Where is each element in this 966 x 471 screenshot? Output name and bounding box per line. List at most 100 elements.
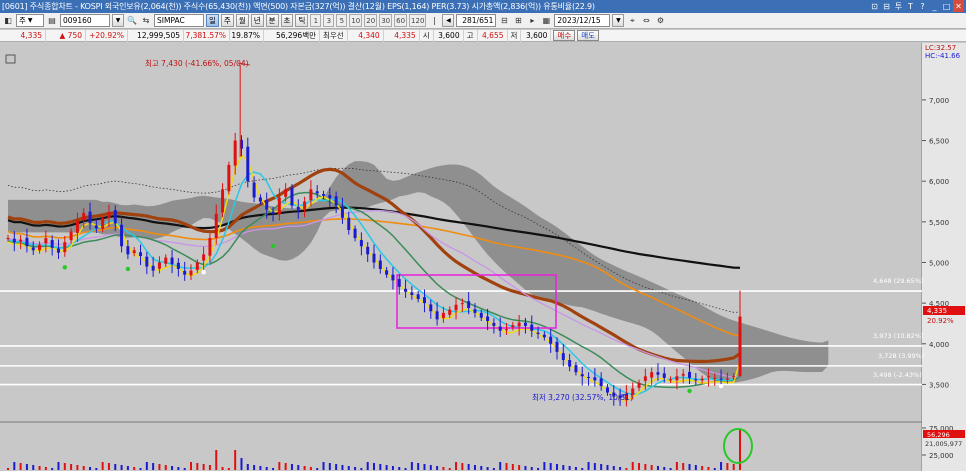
candle-body <box>139 252 143 256</box>
zoom-in-icon[interactable]: ⊞ <box>512 14 524 27</box>
buy-button[interactable]: 매수 <box>553 30 576 41</box>
volume-bar <box>549 463 552 470</box>
help-icon[interactable]: ? <box>917 0 928 12</box>
minute-button-120[interactable]: 120 <box>409 14 427 27</box>
date-input[interactable]: 2023/12/15 <box>554 14 611 27</box>
chevron-left-icon: ◀ <box>446 17 451 24</box>
period-button-tick[interactable]: 틱 <box>295 14 309 27</box>
candle-body <box>132 250 136 254</box>
candle-body <box>284 189 288 197</box>
sell-button[interactable]: 매도 <box>577 30 600 41</box>
candle-body <box>296 206 300 210</box>
chart-menu-icon[interactable]: ◧ <box>2 14 14 27</box>
volume-bar <box>505 463 508 470</box>
volume-tick-label: 25,000 <box>929 452 954 460</box>
candle-body <box>113 210 117 224</box>
document-icon[interactable]: ▤ <box>46 14 58 27</box>
period-button-second[interactable]: 초 <box>280 14 294 27</box>
period-button-year[interactable]: 년 <box>250 14 264 27</box>
candle-body <box>738 316 742 377</box>
candle-body <box>467 301 471 309</box>
volume-bar <box>625 468 628 470</box>
turnover: 19.87% <box>230 29 264 42</box>
candle-body <box>372 253 376 263</box>
signal-dot <box>718 383 724 389</box>
font-icon[interactable]: T <box>905 0 916 12</box>
volume-bar <box>417 463 420 470</box>
tile-icon[interactable]: ⊟ <box>881 0 892 12</box>
period-button-week[interactable]: 주 <box>220 14 234 27</box>
volume-bar <box>593 463 596 470</box>
code-dropdown-button[interactable]: ▼ <box>112 14 124 27</box>
window-title: [0601] 주식종합차트 - KOSPI 외국인보유(2,064(천)) 주식… <box>2 2 595 11</box>
volume-bar <box>423 464 426 470</box>
minute-button-60[interactable]: 60 <box>394 14 408 27</box>
volume-bar <box>139 468 142 470</box>
zoom-out-icon[interactable]: ⊟ <box>498 14 510 27</box>
best-ask: 4,340 <box>348 29 384 42</box>
candle-body <box>164 257 168 264</box>
calendar-icon[interactable]: ▦ <box>540 14 552 27</box>
close-icon[interactable]: ✕ <box>953 0 964 12</box>
crosshair-icon[interactable]: ⌖ <box>626 14 638 27</box>
period-button-month[interactable]: 월 <box>235 14 249 27</box>
candle-body <box>252 182 256 198</box>
price-chart[interactable]: 7,0006,5006,0005,5005,0004,5004,0003,500… <box>0 43 966 471</box>
stock-code-input[interactable]: 009160 <box>60 14 110 27</box>
signal-dot <box>125 266 131 272</box>
volume-bar <box>467 464 470 470</box>
volume-bar <box>612 466 615 470</box>
volume-bar <box>492 468 495 470</box>
volume-bar <box>309 467 312 470</box>
volume-bar <box>461 463 464 470</box>
minute-button-10[interactable]: 10 <box>349 14 363 27</box>
minute-button-5[interactable]: 5 <box>336 14 348 27</box>
minimize-icon[interactable]: _ <box>929 0 940 12</box>
restore-icon[interactable]: ⊡ <box>869 0 880 12</box>
search-icon[interactable]: 🔍 <box>126 14 138 27</box>
candle-body <box>145 256 149 267</box>
candle-body <box>189 270 193 276</box>
candle-body <box>479 312 483 318</box>
date-value: 2023/12/15 <box>557 16 601 25</box>
title-bar: [0601] 주식종합차트 - KOSPI 외국인보유(2,064(천)) 주식… <box>0 0 966 13</box>
scroll-left-button[interactable]: ◀ <box>442 14 455 27</box>
minute-button-1[interactable]: 1 <box>310 14 322 27</box>
volume-bar <box>347 466 350 470</box>
page-counter: 281/651 <box>456 14 497 27</box>
minute-button-3[interactable]: 3 <box>323 14 335 27</box>
volume-bar <box>158 464 161 470</box>
candle-body <box>309 189 313 201</box>
high-price: 4,655 <box>478 29 508 42</box>
scroll-icon[interactable]: ⇔ <box>640 14 652 27</box>
volume-bar <box>354 467 357 470</box>
play-icon[interactable]: ▸ <box>526 14 538 27</box>
invest-icon[interactable]: 투 <box>893 0 904 12</box>
volume-bar <box>196 463 199 470</box>
y-tick-label: 6,000 <box>929 178 949 186</box>
chart-area[interactable]: 7,000 6,500 6,000 5,500 5,000 4,500 4,000 3,500… <box>0 43 966 471</box>
volume-bar <box>556 464 558 470</box>
volume-bar <box>410 462 413 470</box>
y-tick-label: 4,000 <box>929 341 949 349</box>
period-select[interactable]: 주 ▼ <box>16 14 44 27</box>
candle-body <box>328 195 332 199</box>
minute-button-20[interactable]: 20 <box>364 14 378 27</box>
signal-dot <box>687 388 692 394</box>
settings-icon[interactable]: ⚙ <box>654 14 666 27</box>
candle-body <box>473 309 477 313</box>
low-price: 3,600 <box>521 29 552 42</box>
period-button-day[interactable]: 일 <box>206 14 219 27</box>
maximize-icon[interactable]: □ <box>941 0 952 12</box>
candle-body <box>88 211 92 224</box>
minute-button-30[interactable]: 30 <box>379 14 393 27</box>
candle-body <box>454 304 458 311</box>
volume-bar <box>221 467 224 470</box>
volume-bar <box>511 464 514 470</box>
date-dropdown-button[interactable]: ▼ <box>612 14 625 27</box>
period-button-minute[interactable]: 분 <box>265 14 279 27</box>
candle-body <box>391 274 395 281</box>
volume-bar <box>126 466 129 470</box>
compare-icon[interactable]: ⇆ <box>140 14 152 27</box>
volume-bar <box>656 466 659 470</box>
